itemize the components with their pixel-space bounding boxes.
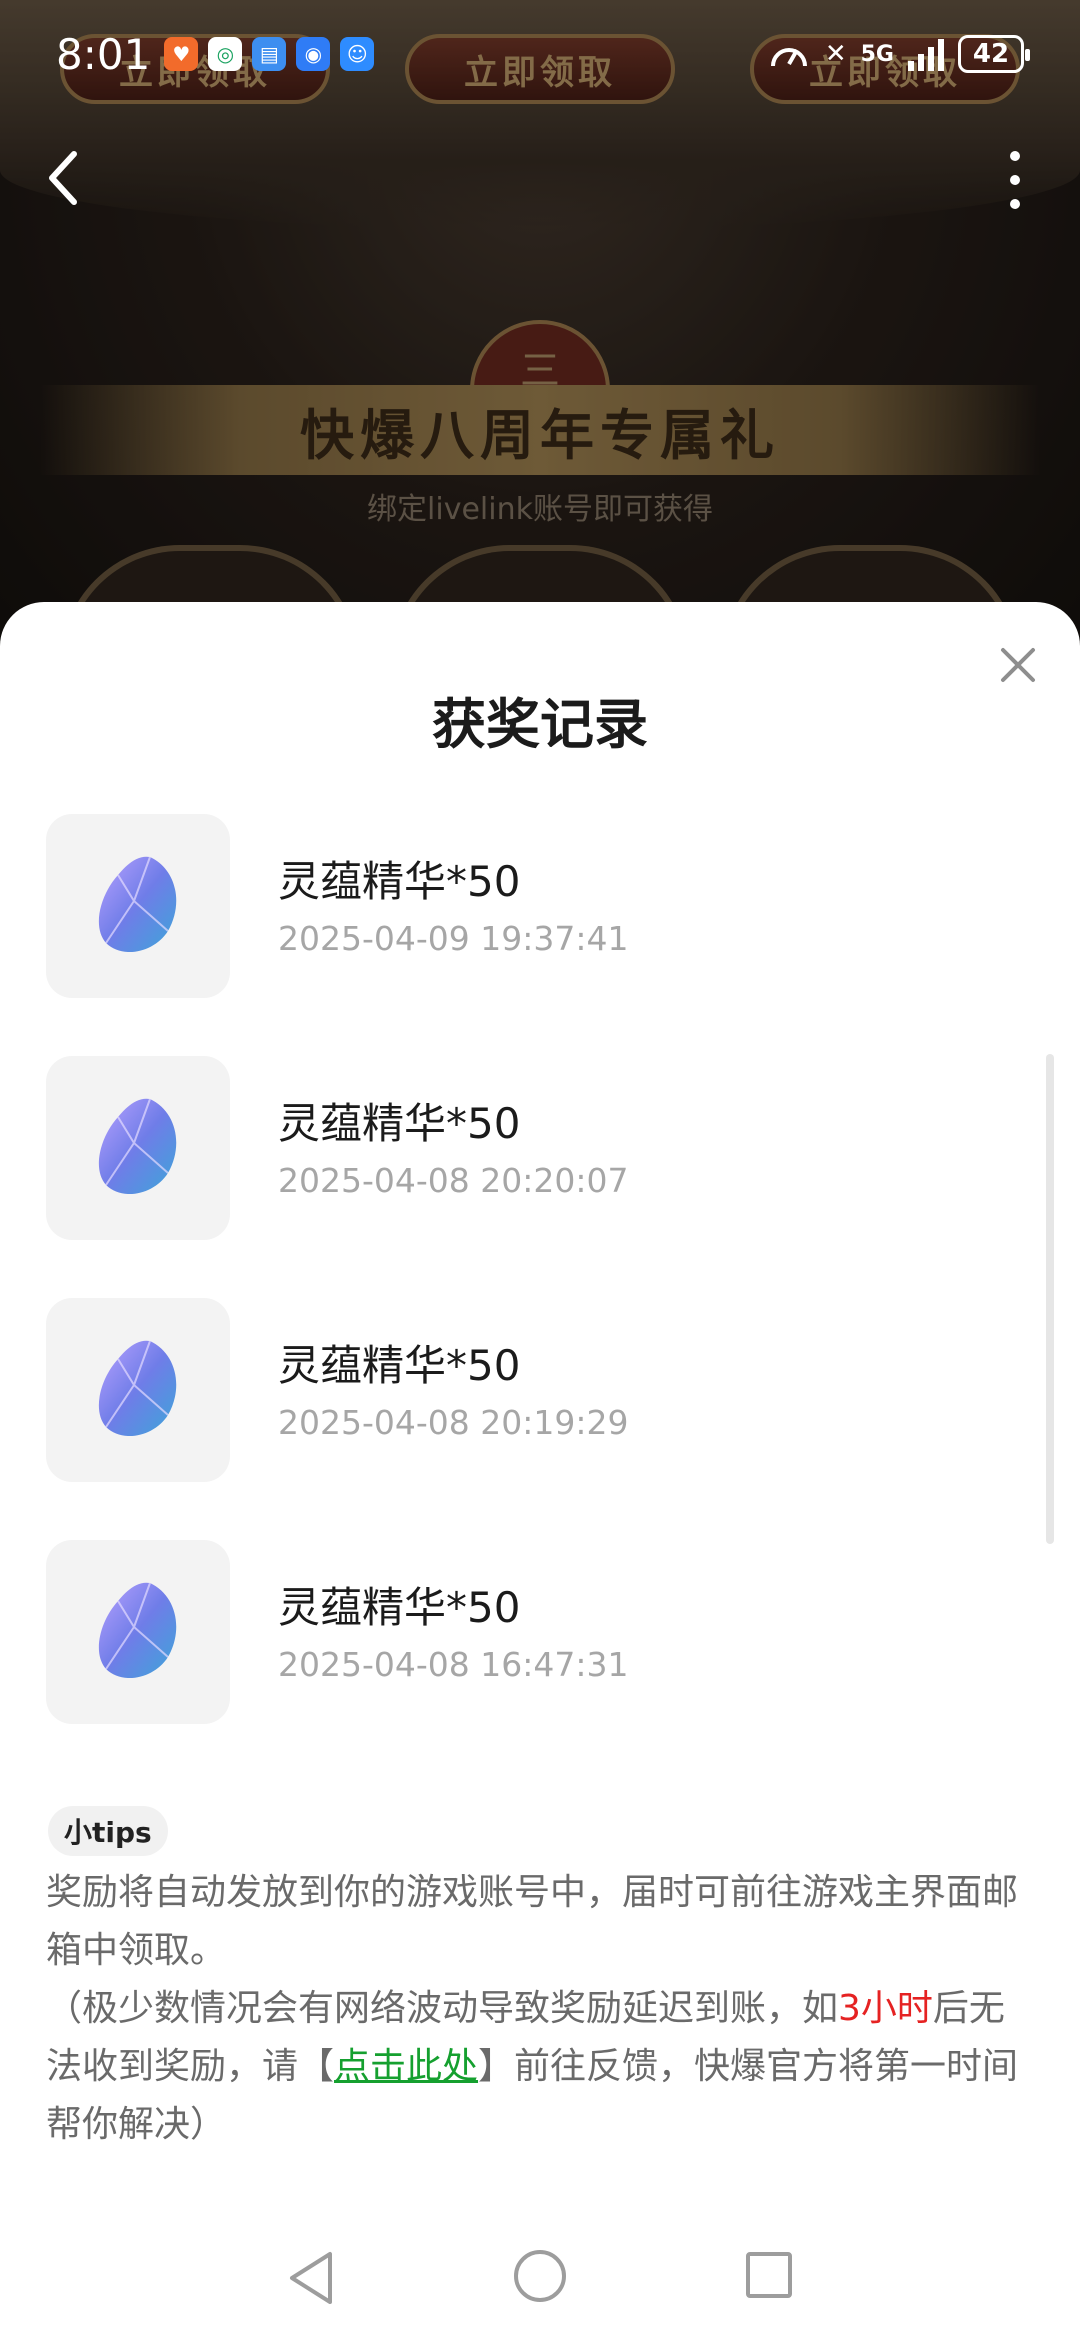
nav-recents-icon[interactable] [746, 2252, 792, 2298]
reward-thumbnail [46, 814, 230, 998]
record-text: 灵蕴精华*50 2025-04-09 19:37:41 [278, 855, 628, 958]
sheet-title: 获奖记录 [432, 693, 648, 756]
reward-thumbnail [46, 1540, 230, 1724]
network-type: 5G [860, 41, 894, 67]
notes-icon: ▤ [252, 37, 287, 71]
tips-badge: 小tips [48, 1806, 168, 1856]
tips-segment: （极少数情况会有网络波动导致奖励延迟到账，如 [46, 1988, 839, 2029]
battery-level: 42 [972, 39, 1010, 69]
browser-icon: ◉ [296, 37, 331, 71]
status-indicators: ✕ 5G 42 [767, 35, 1030, 73]
tips-highlight: 3小时 [838, 1988, 933, 2029]
status-bar: 8:01 ♥ ◎ ▤ ◉ ☺ ✕ 5G 42 [0, 0, 1080, 108]
records-list[interactable]: 灵蕴精华*50 2025-04-09 19:37:41 灵蕴精华*50 2025… [46, 814, 1036, 1782]
tips-text: 奖励将自动发放到你的游戏账号中，届时可前往游戏主界面邮箱中领取。 （极少数情况会… [46, 1864, 1036, 2154]
mute-icon: ✕ [824, 39, 847, 69]
award-records-sheet: 获奖记录 灵蕴精华*50 2025-04-09 19:37:41 灵蕴精华*50… [0, 602, 1080, 2340]
reward-thumbnail [46, 1056, 230, 1240]
speed-icon [770, 48, 807, 67]
crystal-icon [98, 1098, 177, 1195]
system-nav-bar [0, 2240, 1080, 2340]
signal-icon [908, 37, 944, 71]
record-name: 灵蕴精华*50 [278, 1582, 521, 1632]
back-arrow-icon[interactable] [40, 148, 90, 208]
record-name: 灵蕴精华*50 [278, 856, 521, 906]
records-scrollbar[interactable] [1046, 1054, 1054, 1544]
nav-back-icon[interactable] [286, 2250, 336, 2306]
record-time: 2025-04-09 19:37:41 [278, 918, 629, 958]
record-time: 2025-04-08 20:19:29 [278, 1402, 629, 1442]
record-item: 灵蕴精华*50 2025-04-08 20:19:29 [46, 1298, 1036, 1482]
crystal-icon [98, 856, 177, 953]
record-item: 灵蕴精华*50 2025-04-09 19:37:41 [46, 814, 1036, 998]
more-options-icon[interactable] [1000, 145, 1030, 215]
record-name: 灵蕴精华*50 [278, 1340, 521, 1390]
nav-home-icon[interactable] [514, 2250, 566, 2302]
battery-icon: 42 [958, 35, 1030, 73]
feedback-link[interactable]: 点击此处 [334, 2046, 478, 2087]
record-time: 2025-04-08 16:47:31 [278, 1644, 629, 1684]
status-time: 8:01 [56, 29, 151, 79]
mobile-icon: ◎ [208, 37, 243, 71]
assistant-icon: ☺ [340, 37, 375, 71]
record-text: 灵蕴精华*50 2025-04-08 20:20:07 [278, 1097, 628, 1200]
record-name: 灵蕴精华*50 [278, 1098, 521, 1148]
crystal-icon [98, 1582, 177, 1679]
record-item: 灵蕴精华*50 2025-04-08 20:20:07 [46, 1056, 1036, 1240]
tips-line: 奖励将自动发放到你的游戏账号中，届时可前往游戏主界面邮箱中领取。 [46, 1872, 1019, 1971]
tips-line: （极少数情况会有网络波动导致奖励延迟到账，如3小时后无法收到奖励，请【点击此处】… [46, 1980, 1036, 2154]
crystal-icon [98, 1340, 177, 1437]
record-text: 灵蕴精华*50 2025-04-08 20:19:29 [278, 1339, 628, 1442]
record-time: 2025-04-08 20:20:07 [278, 1160, 629, 1200]
record-text: 灵蕴精华*50 2025-04-08 16:47:31 [278, 1581, 628, 1684]
record-item: 灵蕴精华*50 2025-04-08 16:47:31 [46, 1540, 1036, 1724]
notification-icons: ♥ ◎ ▤ ◉ ☺ [164, 37, 375, 71]
weibo-icon: ♥ [164, 37, 199, 71]
reward-thumbnail [46, 1298, 230, 1482]
